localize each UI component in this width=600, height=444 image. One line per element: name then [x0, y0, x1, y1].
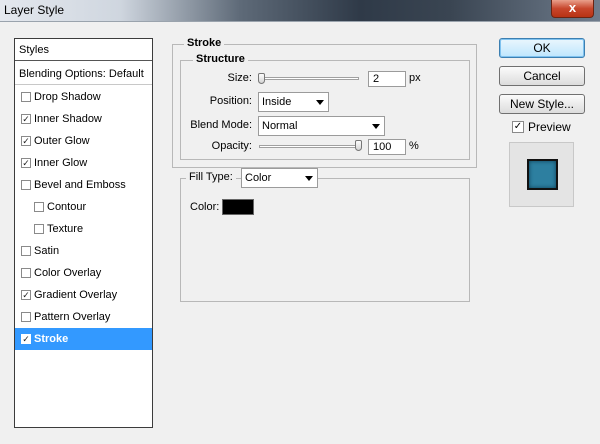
gradient-overlay-checkbox[interactable]: ✓: [21, 290, 31, 300]
color-label: Color:: [190, 201, 220, 213]
blend-mode-label: Blend Mode:: [190, 119, 252, 131]
layer-style-dialog: Layer Style x Styles Blending Options: D…: [0, 0, 600, 444]
chevron-down-icon: [305, 176, 313, 181]
style-item-bevel-emboss[interactable]: Bevel and Emboss: [15, 174, 152, 196]
style-item-texture[interactable]: Texture: [15, 218, 152, 240]
bevel-emboss-checkbox[interactable]: [21, 180, 31, 190]
size-unit: px: [409, 72, 421, 84]
opacity-label: Opacity:: [211, 140, 252, 152]
texture-checkbox[interactable]: [34, 224, 44, 234]
pattern-overlay-checkbox[interactable]: [21, 312, 31, 322]
title-bar: Layer Style x: [0, 0, 600, 22]
stroke-checkbox[interactable]: ✓: [21, 334, 31, 344]
preview-swatch: [527, 159, 558, 190]
size-label: Size:: [227, 72, 252, 84]
ok-button[interactable]: OK: [499, 38, 585, 58]
opacity-slider[interactable]: [259, 145, 361, 148]
opacity-input[interactable]: 100: [368, 139, 406, 155]
preview-thumbnail: [509, 142, 574, 207]
inner-glow-checkbox[interactable]: ✓: [21, 158, 31, 168]
opacity-unit: %: [409, 140, 419, 152]
style-item-satin[interactable]: Satin: [15, 240, 152, 262]
style-item-gradient-overlay[interactable]: ✓ Gradient Overlay: [15, 284, 152, 306]
styles-header[interactable]: Styles: [15, 39, 152, 61]
blending-options-item[interactable]: Blending Options: Default: [15, 63, 152, 85]
outer-glow-checkbox[interactable]: ✓: [21, 136, 31, 146]
fill-type-value: Color: [245, 172, 272, 184]
preview-label: Preview: [528, 120, 571, 134]
opacity-slider-thumb[interactable]: [355, 140, 362, 151]
position-value: Inside: [262, 96, 292, 108]
style-item-outer-glow[interactable]: ✓ Outer Glow: [15, 130, 152, 152]
structure-title: Structure: [193, 53, 248, 65]
close-button[interactable]: x: [551, 0, 594, 18]
cancel-button[interactable]: Cancel: [499, 66, 585, 86]
position-label: Position:: [209, 95, 252, 107]
fill-type-select[interactable]: Color: [241, 168, 318, 188]
stroke-title: Stroke: [184, 37, 225, 49]
drop-shadow-checkbox[interactable]: [21, 92, 31, 102]
size-slider[interactable]: [259, 77, 359, 80]
styles-list: Styles Blending Options: Default Drop Sh…: [14, 38, 153, 428]
position-select[interactable]: Inside: [258, 92, 329, 112]
satin-checkbox[interactable]: [21, 246, 31, 256]
style-item-drop-shadow[interactable]: Drop Shadow: [15, 86, 152, 108]
style-item-color-overlay[interactable]: Color Overlay: [15, 262, 152, 284]
blend-mode-select[interactable]: Normal: [258, 116, 385, 136]
style-item-inner-shadow[interactable]: ✓ Inner Shadow: [15, 108, 152, 130]
chevron-down-icon: [316, 100, 324, 105]
style-item-contour[interactable]: Contour: [15, 196, 152, 218]
style-item-stroke[interactable]: ✓ Stroke: [15, 328, 152, 350]
chevron-down-icon: [372, 124, 380, 129]
new-style-button[interactable]: New Style...: [499, 94, 585, 114]
color-overlay-checkbox[interactable]: [21, 268, 31, 278]
style-item-inner-glow[interactable]: ✓ Inner Glow: [15, 152, 152, 174]
blend-mode-value: Normal: [262, 120, 298, 132]
style-item-pattern-overlay[interactable]: Pattern Overlay: [15, 306, 152, 328]
contour-checkbox[interactable]: [34, 202, 44, 212]
color-swatch[interactable]: [222, 199, 254, 215]
inner-shadow-checkbox[interactable]: ✓: [21, 114, 31, 124]
fill-group: [180, 178, 470, 302]
window-title: Layer Style: [4, 3, 65, 17]
size-slider-thumb[interactable]: [258, 73, 265, 84]
close-icon: x: [568, 0, 577, 15]
preview-checkbox[interactable]: ✓: [512, 121, 524, 133]
fill-type-label: Fill Type:: [186, 171, 236, 183]
size-input[interactable]: 2: [368, 71, 406, 87]
